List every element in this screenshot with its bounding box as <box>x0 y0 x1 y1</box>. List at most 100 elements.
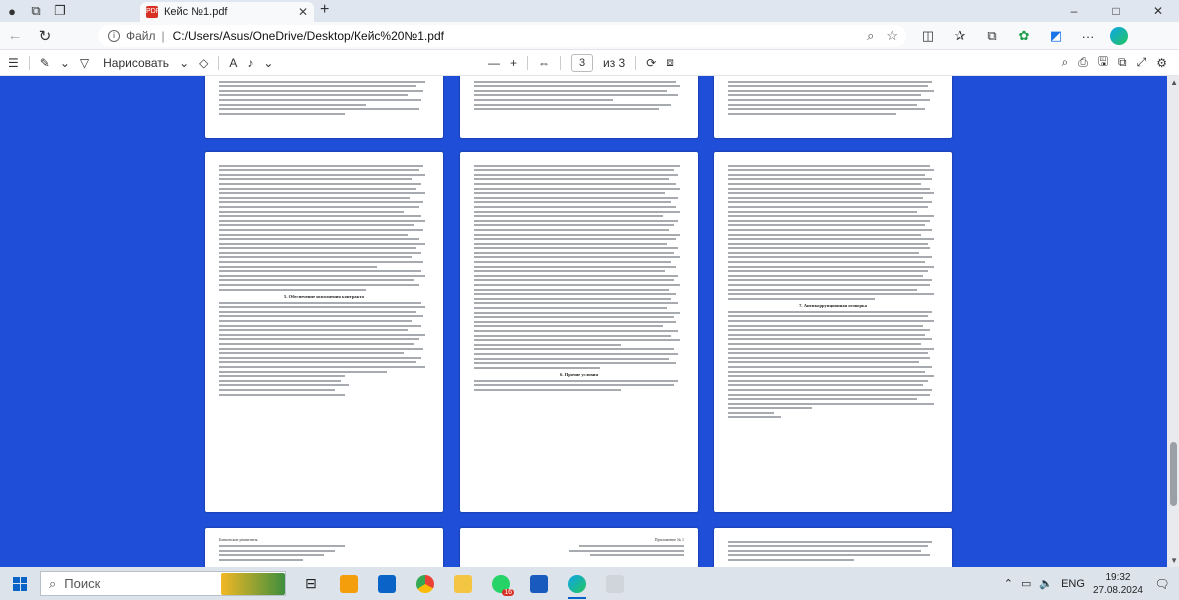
workspaces-icon[interactable]: ⧉ <box>24 0 48 22</box>
taskbar-whatsapp[interactable]: 16 <box>482 567 520 600</box>
settings-icon[interactable]: ⚙ <box>1156 56 1167 70</box>
highlight-icon[interactable]: ✎ <box>40 56 50 70</box>
draw-label[interactable]: Нарисовать <box>103 56 169 70</box>
fit-page-icon[interactable]: ⇔ <box>538 56 550 70</box>
language-indicator[interactable]: ENG <box>1061 578 1085 590</box>
zoom-in-button[interactable]: + <box>510 56 517 70</box>
minimize-button[interactable]: – <box>1053 0 1095 22</box>
notification-badge: 16 <box>502 589 514 596</box>
page-text-lines <box>219 301 429 396</box>
save-icon[interactable]: 🖫 <box>1098 52 1108 73</box>
taskbar-chrome[interactable] <box>406 567 444 600</box>
zoom-out-button[interactable]: — <box>488 56 500 70</box>
page-total: из 3 <box>603 55 626 70</box>
refresh-button[interactable]: ↻ <box>30 27 60 45</box>
pdf-page-thumb[interactable] <box>205 76 443 138</box>
favorite-star-icon[interactable]: ☆ <box>886 28 898 44</box>
tab-title: Кейс №1.pdf <box>164 6 228 18</box>
read-aloud-dropdown-icon[interactable]: ⌄ <box>263 56 273 70</box>
edge-copilot-icon[interactable] <box>1110 27 1128 45</box>
search-highlight-image <box>221 572 285 595</box>
browser-toolbar-icons: ◫ ✰ ⧉ ✿ ◩ ··· <box>918 22 1128 50</box>
pdf-page-thumb[interactable] <box>714 528 952 567</box>
highlight-dropdown-icon[interactable]: ⌄ <box>60 56 70 70</box>
fullscreen-icon[interactable]: ⤢ <box>1137 55 1147 70</box>
mail-icon <box>378 574 396 593</box>
search-pdf-icon[interactable]: ⌕ <box>1061 55 1068 70</box>
pdf-page-thumb[interactable] <box>460 76 698 138</box>
task-view-button[interactable]: ⊟ <box>292 567 330 600</box>
address-bar[interactable]: i Файл | C:/Users/Asus/OneDrive/Desktop/… <box>98 25 906 47</box>
windows-logo-icon <box>13 576 27 591</box>
scroll-up-icon[interactable]: ▲ <box>1170 78 1178 87</box>
tab-actions-icon[interactable]: ❐ <box>48 0 72 22</box>
page-text-lines <box>474 164 684 369</box>
taskbar-word[interactable] <box>520 567 558 600</box>
volume-icon[interactable]: 🔈 <box>1039 577 1053 590</box>
address-row: ← ↻ i Файл | C:/Users/Asus/OneDrive/Desk… <box>0 22 1179 50</box>
extension-icon[interactable]: ✿ <box>1014 28 1034 44</box>
taskbar-app-1[interactable] <box>330 567 368 600</box>
pdf-viewer[interactable]: 5. Обеспечение исполнения контракта 6. П… <box>0 76 1179 567</box>
scrollbar-thumb[interactable] <box>1170 442 1177 506</box>
more-menu-icon[interactable]: ··· <box>1078 29 1098 44</box>
page-text-lines <box>474 80 684 111</box>
copilot-icon[interactable]: ◩ <box>1046 28 1066 44</box>
page-text-lines <box>728 164 938 300</box>
close-window-button[interactable]: ✕ <box>1137 0 1179 22</box>
system-tray: ⌃ ▭ 🔈 ENG 19:32 27.08.2024 🗨 <box>1004 567 1179 600</box>
clock[interactable]: 19:32 27.08.2024 <box>1093 571 1143 597</box>
collections-icon[interactable]: ⧉ <box>982 28 1002 44</box>
tray-overflow-icon[interactable]: ⌃ <box>1004 577 1013 590</box>
pdf-page-thumb[interactable] <box>714 76 952 138</box>
address-actions: ⌕ ☆ <box>867 25 898 47</box>
taskbar-store[interactable] <box>596 567 634 600</box>
pdf-toolbar: ☰ ✎ ⌄ ▽ Нарисовать ⌄ ◇ A ♪ ⌄ — + ⇔ 3 из … <box>0 50 1179 76</box>
rotate-icon[interactable]: ⟳ <box>646 56 656 70</box>
back-button[interactable]: ← <box>0 27 30 44</box>
favorites-icon[interactable]: ✰ <box>950 28 970 44</box>
toolbar-divider <box>560 55 562 70</box>
page-number-input[interactable]: 3 <box>571 53 594 72</box>
page-text-lines <box>728 540 938 561</box>
maximize-button[interactable]: □ <box>1095 0 1137 22</box>
address-scheme-label: Файл <box>126 29 156 43</box>
toolbar-divider <box>527 55 529 70</box>
info-icon[interactable]: i <box>108 30 120 42</box>
taskbar-search[interactable]: ⌕ Поиск <box>40 571 286 596</box>
address-url[interactable]: C:/Users/Asus/OneDrive/Desktop/Кейс%20№1… <box>173 29 444 43</box>
draw-dropdown-icon[interactable]: ⌄ <box>179 56 189 70</box>
page-text-lines <box>219 545 429 561</box>
scroll-down-icon[interactable]: ▼ <box>1170 556 1178 565</box>
pdf-page[interactable]: 6. Прочие условия <box>460 152 698 512</box>
split-screen-icon[interactable]: ◫ <box>918 28 938 44</box>
taskbar-explorer[interactable] <box>444 567 482 600</box>
notifications-icon[interactable]: 🗨 <box>1151 573 1173 595</box>
page-view-icon[interactable]: ⧈ <box>666 55 674 70</box>
pdf-page-thumb[interactable]: Банковские реквизиты: <box>205 528 443 567</box>
draw-icon[interactable]: ▽ <box>80 56 89 70</box>
battery-icon[interactable]: ▭ <box>1021 577 1031 590</box>
vertical-scrollbar[interactable]: ▲ ▼ <box>1167 76 1179 567</box>
tab-pdf[interactable]: PDF Кейс №1.pdf ✕ <box>140 2 314 22</box>
close-tab-icon[interactable]: ✕ <box>298 5 308 19</box>
section-heading: 5. Обеспечение исполнения контракта <box>284 293 364 299</box>
tab-strip: ● ⧉ ❐ PDF Кейс №1.pdf ✕ + – □ ✕ <box>0 0 1179 22</box>
search-placeholder: Поиск <box>64 576 101 591</box>
start-button[interactable] <box>0 567 40 600</box>
print-icon[interactable]: ⎙ <box>1078 55 1088 70</box>
zoom-search-icon[interactable]: ⌕ <box>867 28 874 44</box>
contents-icon[interactable]: ☰ <box>8 56 19 70</box>
pdf-page[interactable]: 7. Антикоррупционная оговорка <box>714 152 952 512</box>
profile-icon[interactable]: ● <box>0 0 24 22</box>
page-text-lines <box>219 80 429 115</box>
new-tab-button[interactable]: + <box>320 1 329 19</box>
save-as-icon[interactable]: ⧉ <box>1118 55 1127 70</box>
pdf-page[interactable]: 5. Обеспечение исполнения контракта <box>205 152 443 512</box>
read-aloud-icon[interactable]: ♪ <box>247 56 253 70</box>
eraser-icon[interactable]: ◇ <box>199 56 208 70</box>
taskbar-edge[interactable] <box>558 567 596 600</box>
pdf-page-thumb[interactable]: Приложение № 1 <box>460 528 698 567</box>
text-size-button[interactable]: A <box>229 56 237 70</box>
taskbar-mail[interactable] <box>368 567 406 600</box>
